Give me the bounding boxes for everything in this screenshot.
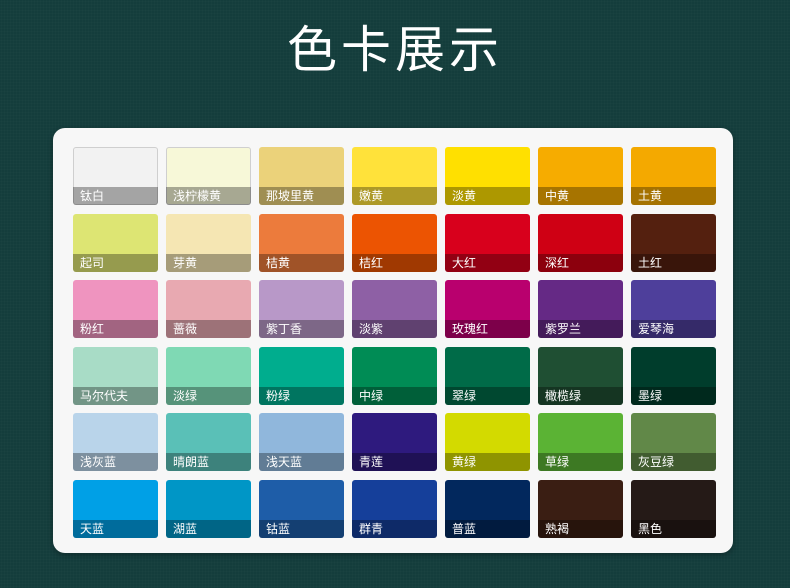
swatch-label: 黑色 (631, 519, 716, 538)
color-swatch[interactable]: 钛白 (73, 147, 158, 205)
swatch-label: 桔黄 (259, 253, 344, 272)
swatch-grid: 钛白 浅柠檬黄 那坡里黄 嫩黄 淡黄 中黄 土黄 起司 芽黄 桔黄 桔红 大红 深红 土红 粉红 蔷薇 紫丁香淡… (73, 147, 716, 538)
swatch-label: 中绿 (352, 386, 437, 405)
color-swatch[interactable]: 马尔代夫 (73, 346, 158, 405)
swatch-label: 熟褐 (538, 519, 623, 538)
swatch-label: 桔红 (352, 253, 437, 272)
color-swatch[interactable]: 粉红 (73, 280, 158, 339)
color-swatch[interactable]: 淡紫 (352, 280, 437, 339)
swatch-label: 灰豆绿 (631, 453, 716, 472)
color-swatch[interactable]: 浅柠檬黄 (166, 147, 251, 205)
swatch-label: 钴蓝 (259, 519, 344, 538)
swatch-label: 浅灰蓝 (73, 453, 158, 472)
color-swatch[interactable]: 晴朗蓝 (166, 413, 251, 472)
swatch-label: 土红 (631, 253, 716, 272)
swatch-label: 草绿 (538, 453, 623, 472)
color-swatch[interactable]: 黑色 (631, 479, 716, 538)
color-swatch[interactable]: 起司 (73, 213, 158, 272)
swatch-label: 黄绿 (445, 453, 530, 472)
swatch-label: 紫罗兰 (538, 320, 623, 339)
color-swatch[interactable]: 玫瑰红 (445, 280, 530, 339)
swatch-label: 橄榄绿 (538, 386, 623, 405)
color-swatch[interactable]: 灰豆绿 (631, 413, 716, 472)
swatch-label: 青莲 (352, 453, 437, 472)
color-swatch[interactable]: 土红 (631, 213, 716, 272)
color-swatch[interactable]: 紫罗兰 (538, 280, 623, 339)
color-swatch[interactable]: 深红 (538, 213, 623, 272)
color-swatch[interactable]: 浅天蓝 (259, 413, 344, 472)
swatch-label: 浅柠檬黄 (166, 187, 251, 205)
color-swatch[interactable]: 天蓝 (73, 479, 158, 538)
swatch-label: 普蓝 (445, 519, 530, 538)
swatch-label: 中黄 (538, 187, 623, 205)
color-swatch[interactable]: 爱琴海 (631, 280, 716, 339)
swatch-label: 墨绿 (631, 386, 716, 405)
color-swatch[interactable]: 粉绿 (259, 346, 344, 405)
swatch-label: 爱琴海 (631, 320, 716, 339)
color-swatch[interactable]: 蔷薇 (166, 280, 251, 339)
swatch-label: 淡绿 (166, 386, 251, 405)
swatch-label: 芽黄 (166, 253, 251, 272)
color-swatch[interactable]: 草绿 (538, 413, 623, 472)
color-swatch[interactable]: 芽黄 (166, 213, 251, 272)
color-swatch[interactable]: 墨绿 (631, 346, 716, 405)
swatch-label: 淡紫 (352, 320, 437, 339)
swatch-label: 群青 (352, 519, 437, 538)
color-swatch[interactable]: 紫丁香 (259, 280, 344, 339)
swatch-label: 天蓝 (73, 519, 158, 538)
swatch-label: 湖蓝 (166, 519, 251, 538)
swatch-label: 大红 (445, 253, 530, 272)
swatch-label: 淡黄 (445, 187, 530, 205)
swatch-label: 玫瑰红 (445, 320, 530, 339)
page-title: 色卡展示 (287, 21, 503, 79)
color-swatch[interactable]: 嫩黄 (352, 147, 437, 205)
color-swatch[interactable]: 青莲 (352, 413, 437, 472)
swatch-label: 粉绿 (259, 386, 344, 405)
swatch-label: 晴朗蓝 (166, 453, 251, 472)
color-swatch[interactable]: 淡黄 (445, 147, 530, 205)
color-swatch[interactable]: 湖蓝 (166, 479, 251, 538)
swatch-label: 钛白 (73, 187, 158, 205)
color-swatch[interactable]: 淡绿 (166, 346, 251, 405)
color-swatch[interactable]: 浅灰蓝 (73, 413, 158, 472)
swatch-label: 蔷薇 (166, 320, 251, 339)
swatch-label: 那坡里黄 (259, 187, 344, 205)
swatch-label: 翠绿 (445, 386, 530, 405)
color-swatch[interactable]: 黄绿 (445, 413, 530, 472)
color-swatch[interactable]: 土黄 (631, 147, 716, 205)
color-swatch[interactable]: 中黄 (538, 147, 623, 205)
color-swatch[interactable]: 普蓝 (445, 479, 530, 538)
color-swatch[interactable]: 翠绿 (445, 346, 530, 405)
color-swatch[interactable]: 熟褐 (538, 479, 623, 538)
color-swatch[interactable]: 桔黄 (259, 213, 344, 272)
swatch-label: 马尔代夫 (73, 386, 158, 405)
color-swatch[interactable]: 那坡里黄 (259, 147, 344, 205)
color-swatch[interactable]: 橄榄绿 (538, 346, 623, 405)
swatch-label: 深红 (538, 253, 623, 272)
swatch-label: 起司 (73, 253, 158, 272)
swatch-label: 土黄 (631, 187, 716, 205)
color-swatch[interactable]: 中绿 (352, 346, 437, 405)
color-swatch[interactable]: 大红 (445, 213, 530, 272)
color-swatch[interactable]: 群青 (352, 479, 437, 538)
color-swatch[interactable]: 钴蓝 (259, 479, 344, 538)
swatch-label: 粉红 (73, 320, 158, 339)
color-swatch[interactable]: 桔红 (352, 213, 437, 272)
swatch-label: 浅天蓝 (259, 453, 344, 472)
color-card-panel: 钛白 浅柠檬黄 那坡里黄 嫩黄 淡黄 中黄 土黄 起司 芽黄 桔黄 桔红 大红 深红 土红 粉红 蔷薇 紫丁香淡… (53, 128, 733, 553)
swatch-label: 紫丁香 (259, 320, 344, 339)
swatch-label: 嫩黄 (352, 187, 437, 205)
